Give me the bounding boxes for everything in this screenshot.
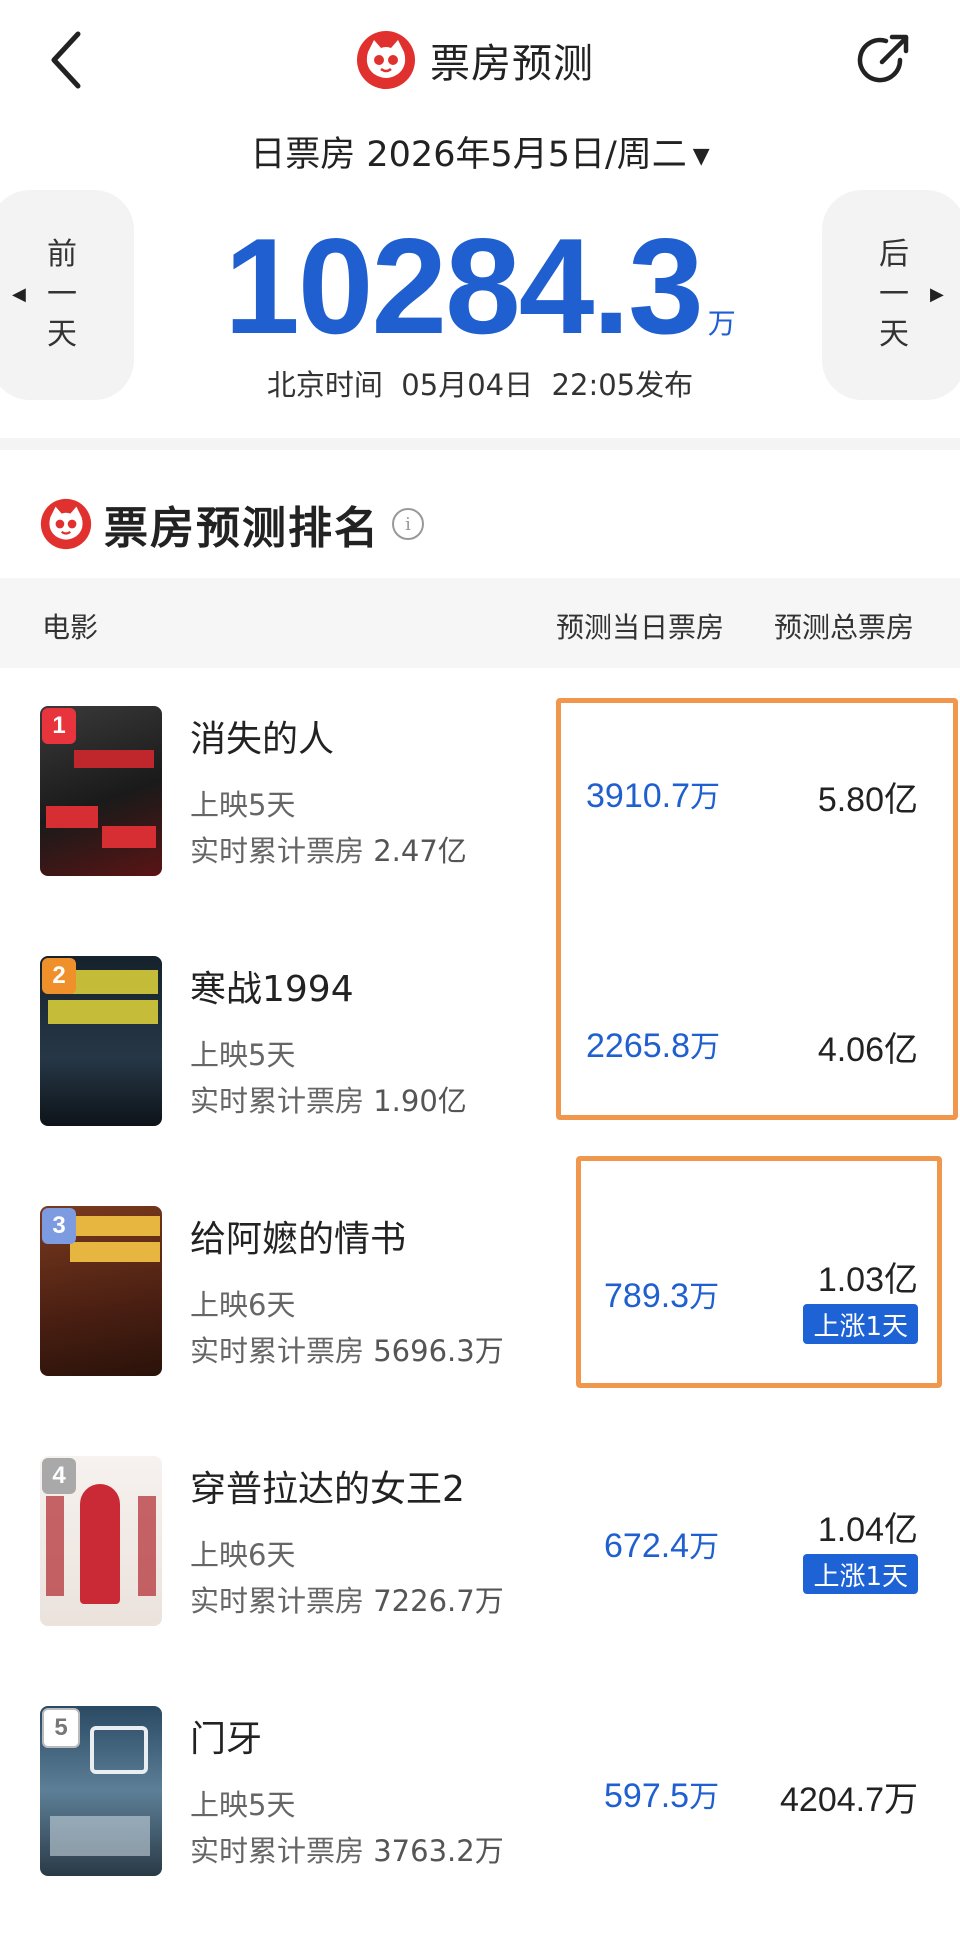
rank-badge: 5: [42, 1708, 80, 1748]
movie-title: 给阿嬷的情书: [190, 1219, 407, 1260]
caret-down-icon: ▼: [692, 143, 710, 169]
col-total-forecast: 预测总票房: [774, 611, 915, 644]
cumulative-box-office: 实时累计票房 2.47亿: [190, 834, 467, 868]
total-forecast: 1.04亿: [817, 1511, 918, 1549]
day-forecast: 597.5万: [604, 1777, 720, 1815]
movie-title: 穿普拉达的女王2: [190, 1469, 465, 1510]
total-box-office: 10284.3 万: [0, 208, 960, 364]
movie-row[interactable]: 4 穿普拉达的女王2 上映6天 实时累计票房 7226.7万 672.4万 1.…: [0, 1456, 960, 1706]
rise-badge: 上涨1天: [803, 1554, 918, 1594]
page-title: 票房预测: [430, 41, 594, 87]
table-header: 电影 预测当日票房 预测总票房: [0, 578, 960, 668]
share-icon: [857, 34, 909, 83]
maoyan-cat-logo-icon: [357, 31, 415, 89]
total-forecast: 4204.7万: [780, 1781, 918, 1819]
highlight-box: [556, 698, 958, 1120]
release-days: 上映5天: [190, 1038, 296, 1072]
divider: [0, 438, 960, 450]
movie-title: 寒战1994: [190, 969, 354, 1010]
day-forecast: 672.4万: [604, 1527, 720, 1565]
release-days: 上映5天: [190, 788, 296, 822]
movie-title: 消失的人: [190, 719, 335, 760]
share-button[interactable]: [852, 30, 914, 92]
col-movie: 电影: [42, 611, 99, 644]
date-selector[interactable]: 日票房 2026年5月5日/周二 ▼: [0, 126, 960, 177]
cumulative-box-office: 实时累计票房 1.90亿: [190, 1084, 467, 1118]
highlight-box: [576, 1156, 942, 1388]
section-title: 票房预测排名: [104, 503, 380, 554]
movie-poster: 2: [40, 956, 162, 1126]
cumulative-box-office: 实时累计票房 5696.3万: [190, 1334, 504, 1368]
total-value: 10284.3: [224, 210, 704, 362]
rank-badge: 4: [42, 1458, 76, 1494]
movie-poster: 5: [40, 1706, 162, 1876]
cumulative-box-office: 实时累计票房 7226.7万: [190, 1584, 504, 1618]
rank-badge: 2: [42, 958, 76, 994]
info-icon[interactable]: i: [392, 508, 424, 540]
movie-row[interactable]: 5 门牙 上映5天 实时累计票房 3763.2万 597.5万 4204.7万: [0, 1706, 960, 1956]
movie-poster: 1: [40, 706, 162, 876]
release-days: 上映5天: [190, 1788, 296, 1822]
ranking-section-header: 票房预测排名 i: [40, 492, 424, 556]
rank-badge: 3: [42, 1208, 76, 1244]
page-header: 票房预测: [356, 30, 594, 90]
back-arrow-icon: [51, 31, 81, 89]
col-day-forecast: 预测当日票房: [556, 611, 725, 644]
back-button[interactable]: [44, 28, 88, 92]
movie-poster: 3: [40, 1206, 162, 1376]
rank-badge: 1: [42, 708, 76, 744]
movie-poster: 4: [40, 1456, 162, 1626]
movie-title: 门牙: [190, 1719, 263, 1760]
date-label: 日票房 2026年5月5日/周二: [250, 135, 687, 175]
release-days: 上映6天: [190, 1288, 296, 1322]
total-unit: 万: [707, 307, 736, 340]
cumulative-box-office: 实时累计票房 3763.2万: [190, 1834, 504, 1868]
release-days: 上映6天: [190, 1538, 296, 1572]
publish-time: 北京时间 05月04日 22:05发布: [266, 368, 694, 402]
maoyan-cat-logo-icon: [40, 498, 92, 550]
